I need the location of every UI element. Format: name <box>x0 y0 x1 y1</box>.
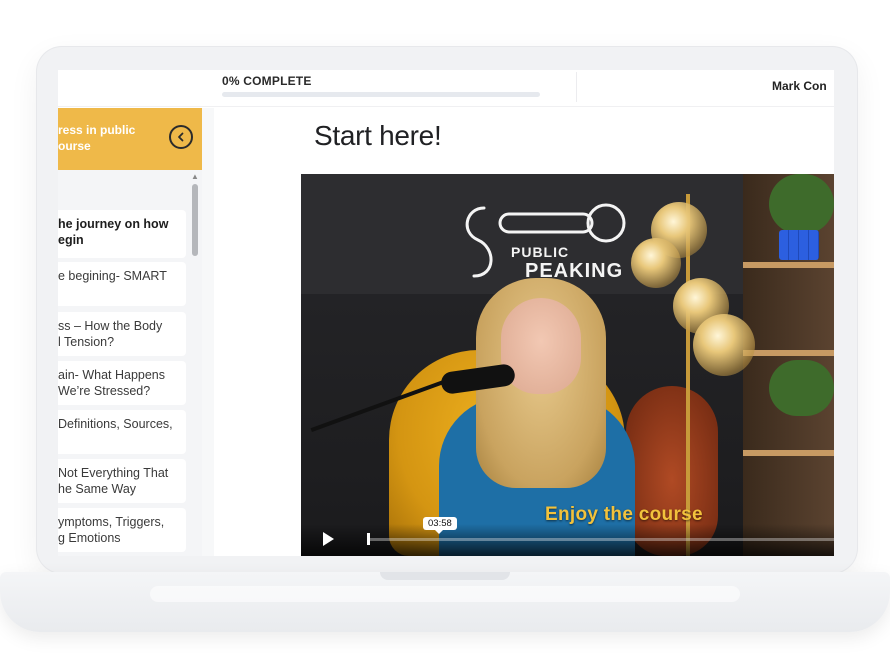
top-bar: 0% COMPLETE Mark Con <box>58 70 834 107</box>
sidebar-scrollbar[interactable]: ▲ <box>190 172 200 556</box>
lamp-bulb <box>631 238 681 288</box>
video-controls: 03:58 <box>301 517 834 556</box>
lesson-line1: he journey on how <box>58 217 169 231</box>
lamp-bulb <box>693 314 755 376</box>
lesson-item-5[interactable]: Definitions, Sources, <box>58 410 186 454</box>
lesson-item-2[interactable]: e begining- SMART <box>58 262 186 306</box>
lesson-line1: e begining- SMART <box>58 269 167 283</box>
chevron-left-icon[interactable] <box>169 125 193 149</box>
main-content: Start here! PUBLIC PEAKING P <box>202 108 834 556</box>
time-tooltip: 03:58 <box>423 517 457 534</box>
lesson-line1: ymptoms, Triggers, <box>58 515 165 529</box>
lesson-line2: he Same Way <box>58 482 137 496</box>
lesson-line2: g Emotions <box>58 531 121 545</box>
course-header: ress in public ourse <box>58 108 202 170</box>
lesson-line1: ain- What Happens <box>58 368 166 382</box>
shelf-board <box>743 262 834 268</box>
plant <box>769 360 834 416</box>
lesson-item-6[interactable]: Not Everything That he Same Way <box>58 459 186 503</box>
progress-bar <box>222 92 540 97</box>
lesson-item-1[interactable]: he journey on how egin <box>58 210 186 258</box>
lesson-line2: egin <box>58 233 84 247</box>
lesson-line2: We’re Stressed? <box>58 384 151 398</box>
lesson-item-3[interactable]: ss – How the Body l Tension? <box>58 312 186 356</box>
neon-sign-line1: PUBLIC <box>511 244 570 260</box>
chevron-left-glyph <box>178 132 184 142</box>
topbar-divider <box>576 72 577 102</box>
scroll-up-icon[interactable]: ▲ <box>191 172 199 181</box>
course-title-line2: ourse <box>58 139 91 153</box>
course-title: ress in public ourse <box>58 122 158 154</box>
user-name[interactable]: Mark Con <box>772 79 827 93</box>
laptop-keyboard-edge <box>150 586 740 602</box>
lesson-line1: Definitions, Sources, <box>58 417 173 431</box>
blue-cube-decor <box>779 230 819 260</box>
course-sidebar: ress in public ourse he journey on how e… <box>58 108 202 556</box>
play-icon[interactable] <box>323 532 334 546</box>
laptop-notch <box>380 572 510 580</box>
video-player[interactable]: PUBLIC PEAKING P Enjoy the course <box>301 174 834 556</box>
laptop-base <box>0 572 890 632</box>
lesson-line1: ss – How the Body <box>58 319 163 333</box>
scroll-thumb[interactable] <box>192 184 198 256</box>
seek-handle[interactable]: 03:58 <box>367 517 457 545</box>
progress-label: 0% COMPLETE <box>222 74 312 88</box>
lesson-line2: l Tension? <box>58 335 115 349</box>
lesson-line1: Not Everything That <box>58 466 169 480</box>
page-title: Start here! <box>314 120 442 151</box>
course-title-line1: ress in public <box>58 123 136 137</box>
seek-bar[interactable] <box>367 538 834 541</box>
lesson-item-7[interactable]: ymptoms, Triggers, g Emotions <box>58 508 186 552</box>
video-caption: Enjoy the course <box>545 504 703 525</box>
screen: 0% COMPLETE Mark Con ress in public ours… <box>58 70 834 556</box>
plant <box>769 174 834 234</box>
lesson-item-4[interactable]: ain- What Happens We’re Stressed? <box>58 361 186 405</box>
shelf-board <box>743 450 834 456</box>
shelf-board <box>743 350 834 356</box>
